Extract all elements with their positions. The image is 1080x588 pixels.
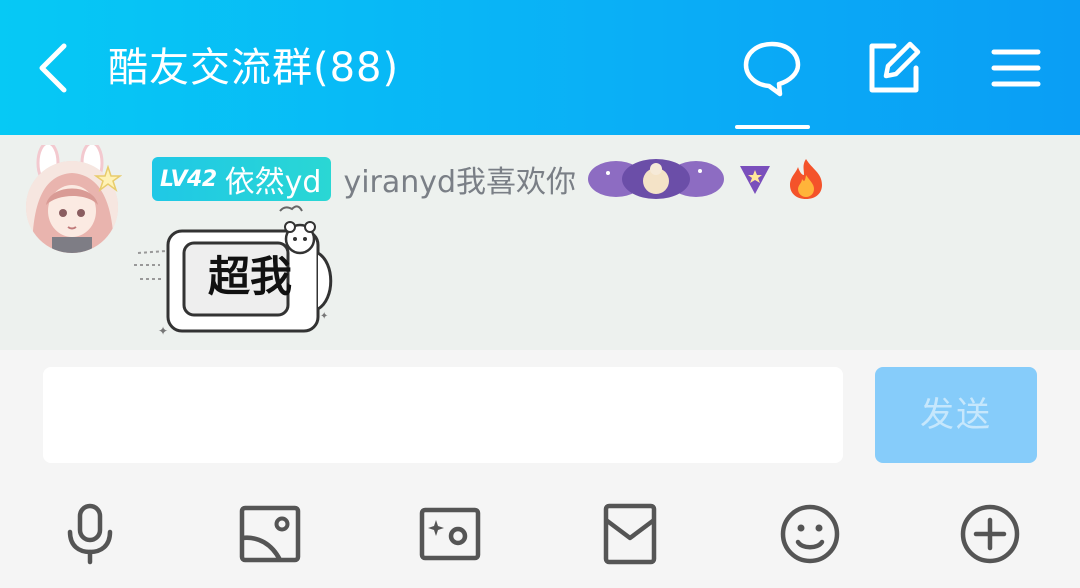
sender-nickname[interactable]: yiranyd我喜欢你: [343, 157, 576, 201]
group-name: 依然yd: [224, 165, 322, 200]
composer: 发送: [0, 350, 1080, 588]
app-header: 酷友交流群(88): [0, 0, 1080, 135]
fire-badge: [790, 159, 823, 199]
svg-text:✦: ✦: [320, 311, 328, 322]
purple-triangle-badge: [740, 166, 771, 194]
message-input[interactable]: [43, 367, 843, 463]
camera-icon[interactable]: [418, 502, 482, 566]
svg-text:✦: ✦: [158, 324, 168, 338]
emoji-icon[interactable]: [778, 502, 842, 566]
menu-icon[interactable]: [986, 38, 1046, 98]
edit-icon[interactable]: [864, 38, 924, 98]
purple-decoration-badge: [588, 159, 725, 199]
sticker-message[interactable]: ✦ ✦ 超我: [130, 203, 340, 343]
back-arrow-icon[interactable]: [30, 38, 78, 98]
send-button[interactable]: 发送: [875, 367, 1037, 463]
sticker-text: 超我: [207, 252, 292, 301]
plus-icon[interactable]: [958, 502, 1022, 566]
page-title: 酷友交流群(88): [108, 45, 400, 91]
chat-message-area: LV42 依然yd yiranyd我喜欢你 ✦ ✦ 超我: [0, 135, 1080, 350]
active-tab-indicator: [735, 125, 810, 129]
microphone-icon[interactable]: [58, 502, 122, 566]
chat-bubble-icon[interactable]: [742, 38, 802, 98]
avatar[interactable]: [22, 145, 122, 255]
level-tag[interactable]: LV42 依然yd: [152, 157, 332, 201]
message-header: LV42 依然yd yiranyd我喜欢你: [152, 155, 826, 203]
red-packet-icon[interactable]: [598, 502, 662, 566]
image-icon[interactable]: [238, 502, 302, 566]
level-badge: LV42: [160, 166, 217, 192]
